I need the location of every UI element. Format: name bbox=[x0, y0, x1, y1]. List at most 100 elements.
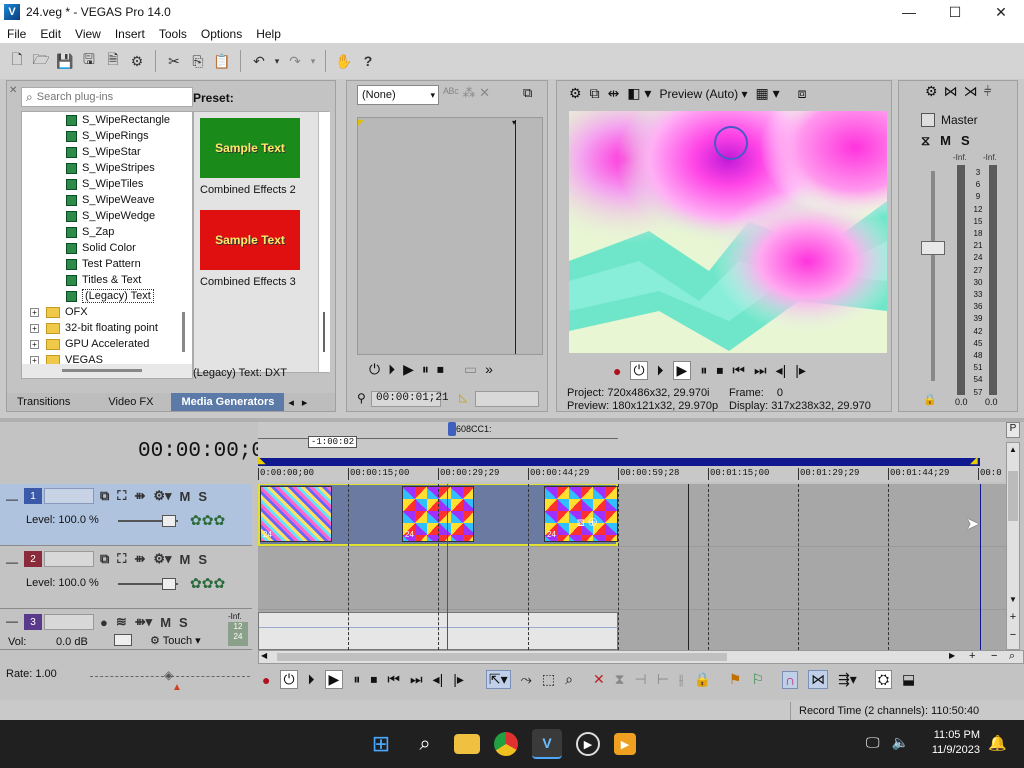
normal-edit-tool-icon[interactable]: ⇱▾ bbox=[485, 670, 511, 689]
tree-item[interactable]: S_WipeTiles bbox=[22, 176, 192, 192]
taskbar-clock[interactable]: 11:05 PM 11/9/2023 bbox=[926, 728, 980, 758]
close-button[interactable]: ✕ bbox=[978, 0, 1024, 24]
scroll-left-icon[interactable]: ◀ bbox=[261, 651, 267, 660]
scrollbar-thumb[interactable] bbox=[1008, 471, 1018, 521]
mixer-fx-icon[interactable]: ⋈ bbox=[944, 83, 958, 100]
master-mute-button[interactable]: M bbox=[940, 133, 951, 149]
loop-icon[interactable]: ⏻ bbox=[369, 361, 380, 378]
zoom-in-vertical-icon[interactable]: + bbox=[1007, 611, 1019, 623]
cut-icon[interactable]: ✂ bbox=[163, 50, 185, 72]
trimmer-media-dropdown[interactable]: (None) ▾ bbox=[357, 85, 439, 105]
new-file-icon[interactable]: 🗋 bbox=[6, 50, 28, 72]
track-solo-button[interactable]: S bbox=[198, 489, 207, 504]
audio-volume-slider-handle[interactable] bbox=[114, 634, 132, 646]
copy-snapshot-icon[interactable]: ⧈ bbox=[798, 85, 807, 102]
split-screen-icon[interactable]: ⇹ bbox=[608, 85, 620, 102]
insert-marker-icon[interactable]: ⚑ bbox=[729, 671, 742, 688]
track-collapse-icon[interactable]: — bbox=[6, 555, 18, 569]
properties-gear-icon[interactable]: ⚙ bbox=[126, 50, 148, 72]
video-track-1-header[interactable]: — 1 ⧉ ⛶ ⇻ ⚙▾ M S Level: 100.0 % ✿✿✿ bbox=[0, 484, 252, 546]
previous-frame-icon[interactable]: ◂| bbox=[433, 671, 444, 688]
undo-icon[interactable]: ↶ bbox=[248, 50, 270, 72]
pause-icon[interactable]: ⏸ bbox=[700, 362, 707, 379]
video-clip[interactable]: 24 bbox=[260, 486, 332, 542]
vegas-taskbar-icon[interactable]: V bbox=[532, 729, 562, 759]
track-fx-icon[interactable]: ⇻ bbox=[134, 488, 145, 504]
tree-item[interactable]: (Legacy) Text bbox=[22, 288, 192, 304]
trimmer-window-icon[interactable]: ⧉ bbox=[523, 85, 532, 101]
windows-start-icon[interactable]: ⊞ bbox=[366, 729, 396, 759]
tab-scroll-right-icon[interactable]: ▸ bbox=[298, 393, 312, 411]
record-icon[interactable]: ● bbox=[613, 363, 621, 379]
mixer-route-icon[interactable]: ⋊ bbox=[964, 83, 978, 100]
master-fx-icon[interactable] bbox=[921, 113, 935, 127]
tree-item[interactable]: S_WipeStripes bbox=[22, 160, 192, 176]
save-icon[interactable]: 💾 bbox=[54, 50, 76, 72]
track-mute-button[interactable]: M bbox=[160, 615, 171, 630]
chrome-icon[interactable] bbox=[494, 732, 518, 756]
tab-transitions[interactable]: Transitions bbox=[7, 393, 80, 411]
arm-record-icon[interactable]: ● bbox=[100, 615, 108, 630]
preview-properties-gear-icon[interactable]: ⚙ bbox=[569, 85, 582, 102]
marker-flag[interactable] bbox=[448, 422, 456, 436]
tree-vertical-scrollbar[interactable] bbox=[182, 312, 185, 352]
network-icon[interactable]: 🖵 bbox=[866, 734, 880, 751]
play-icon[interactable]: ▶ bbox=[403, 361, 414, 378]
media-player-icon[interactable]: ▶ bbox=[576, 732, 600, 756]
parent-composite-icons[interactable]: ✿✿✿ bbox=[190, 512, 225, 529]
tree-item[interactable]: S_Zap bbox=[22, 224, 192, 240]
track-fx-icon[interactable]: ⇻▾ bbox=[135, 614, 152, 630]
menu-file[interactable]: File bbox=[0, 27, 33, 41]
notification-bell-icon[interactable]: 🔔 bbox=[988, 734, 1007, 752]
tree-folder[interactable]: + GPU Accelerated bbox=[22, 336, 192, 352]
track-name-field[interactable] bbox=[44, 614, 94, 630]
go-to-end-icon[interactable]: ⏭ bbox=[754, 362, 767, 379]
go-to-start-icon[interactable]: ⏮ bbox=[732, 362, 745, 379]
mixer-gear-icon[interactable]: ⚙ bbox=[925, 83, 938, 100]
track-name-field[interactable] bbox=[44, 488, 94, 504]
paste-icon[interactable]: 📋 bbox=[211, 50, 233, 72]
track-envelope-icon[interactable]: ≋ bbox=[116, 614, 127, 630]
master-fader-track[interactable] bbox=[931, 171, 935, 381]
expand-icon[interactable]: + bbox=[30, 307, 39, 317]
marker-toggle-icon[interactable]: P bbox=[1006, 422, 1020, 438]
audio-track-3-header[interactable]: — 3 ● ≋ ⇻▾ M S -Inf. 12 24 Vol: 0.0 dB ⚙ … bbox=[0, 610, 252, 650]
open-folder-icon[interactable]: 🗁 bbox=[30, 50, 52, 72]
track-fx-icon[interactable]: ⇻ bbox=[134, 551, 145, 567]
tab-scroll-left-icon[interactable]: ◂ bbox=[284, 393, 298, 411]
split-icon[interactable]: ⫲ bbox=[679, 671, 684, 688]
preview-quality-dropdown[interactable]: Preview (Auto) ▾ bbox=[659, 87, 747, 101]
play-icon[interactable]: ▶ bbox=[672, 361, 692, 380]
trimmer-tool-icons[interactable]: ᴬᴮᶜ ⁂ ✕ bbox=[443, 85, 490, 101]
parent-composite-icons[interactable]: ✿✿✿ bbox=[190, 575, 225, 592]
preview-video-frame[interactable] bbox=[569, 111, 887, 353]
next-frame-icon[interactable]: |▸ bbox=[795, 362, 806, 379]
preset-item[interactable]: Sample Text Combined Effects 3 bbox=[200, 210, 322, 288]
playback-cursor[interactable] bbox=[447, 484, 448, 650]
track-solo-button[interactable]: S bbox=[198, 552, 207, 567]
volume-muted-icon[interactable]: 🔈 bbox=[892, 734, 909, 751]
tree-item[interactable]: S_WipeStar bbox=[22, 144, 192, 160]
selection-edit-tool-icon[interactable]: ⬚ bbox=[542, 671, 555, 688]
play-from-start-icon[interactable]: ⏵ bbox=[308, 671, 315, 688]
tab-media-generators[interactable]: Media Generators bbox=[171, 393, 285, 411]
stop-icon[interactable]: ⏹ bbox=[716, 362, 723, 379]
tree-item[interactable]: S_WipeWeave bbox=[22, 192, 192, 208]
menu-insert[interactable]: Insert bbox=[108, 27, 152, 41]
pause-icon[interactable]: ⏸ bbox=[353, 671, 360, 688]
menu-options[interactable]: Options bbox=[194, 27, 249, 41]
loop-playback-icon[interactable]: ⏻ bbox=[630, 361, 648, 380]
menu-tools[interactable]: Tools bbox=[152, 27, 194, 41]
track-level-slider-handle[interactable] bbox=[162, 578, 176, 590]
menu-help[interactable]: Help bbox=[249, 27, 288, 41]
go-to-start-icon[interactable]: ⏮ bbox=[387, 671, 400, 688]
external-monitor-icon[interactable]: ⧉ bbox=[590, 85, 600, 102]
plugin-manager-icon[interactable]: ✋ bbox=[333, 50, 355, 72]
tree-folder[interactable]: +32-bit floating point bbox=[22, 320, 192, 336]
redo-icon[interactable]: ↷ bbox=[284, 50, 306, 72]
tree-item[interactable]: S_WipeRectangle bbox=[22, 112, 192, 128]
mixer-settings-icon[interactable]: ⫩ bbox=[984, 83, 992, 100]
tree-horizontal-scrollbar[interactable] bbox=[22, 364, 192, 378]
preset-scrollbar[interactable] bbox=[318, 112, 330, 372]
track-properties-gear-icon[interactable]: ⚙▾ bbox=[153, 488, 171, 504]
